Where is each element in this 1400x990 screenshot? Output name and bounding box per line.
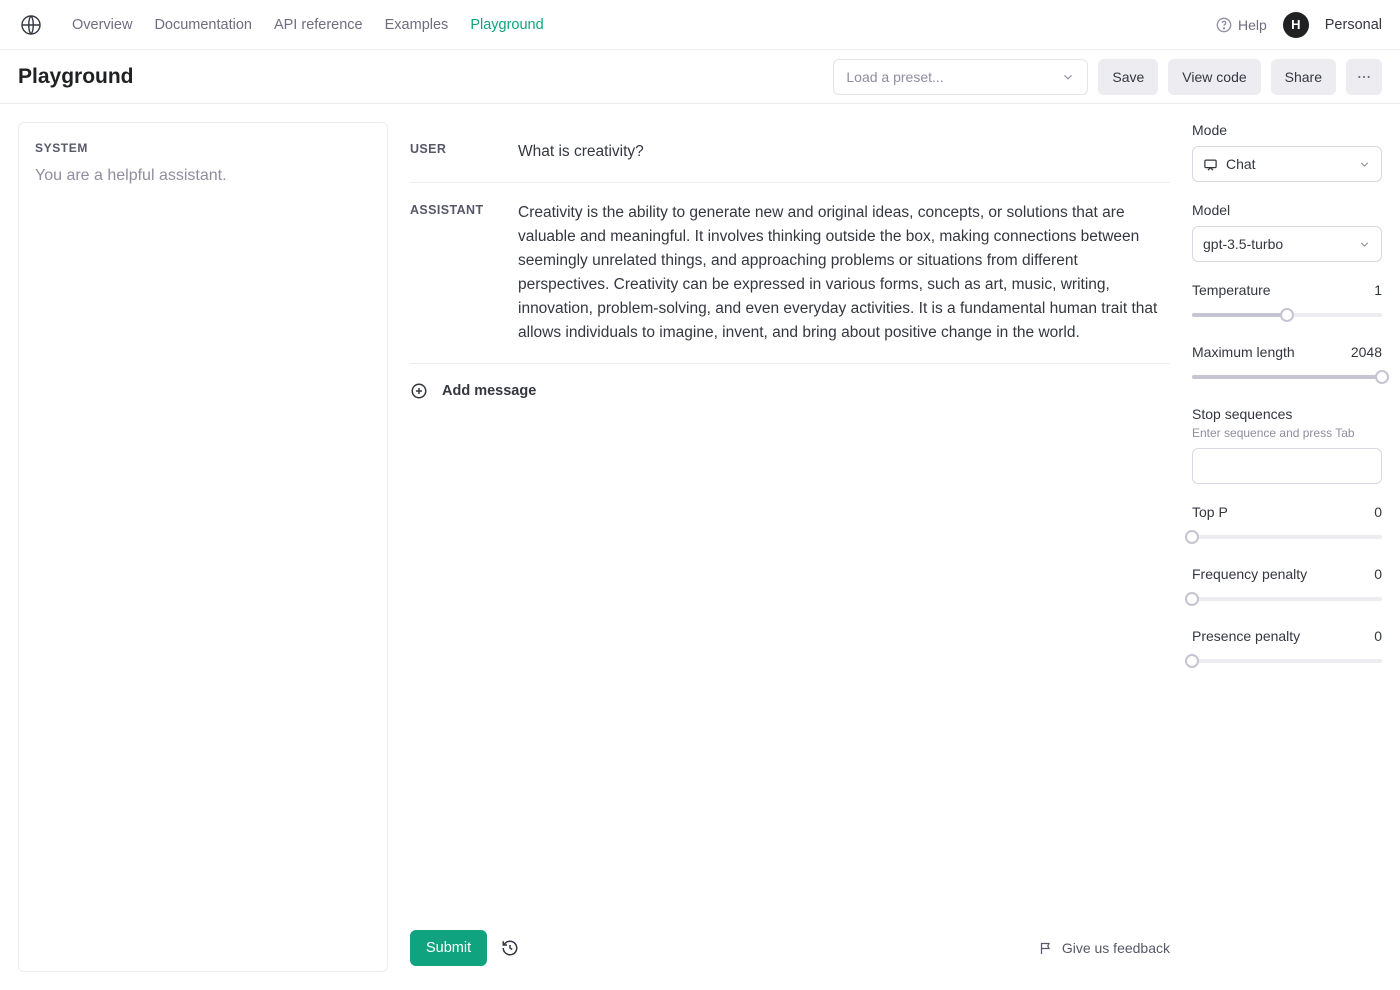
- help-label: Help: [1238, 17, 1267, 33]
- add-message-button[interactable]: Add message: [410, 364, 1170, 418]
- chat-area: USER What is creativity? ASSISTANT Creat…: [410, 122, 1170, 972]
- config-panel: Mode Chat Model gpt-3.5-turbo: [1192, 122, 1382, 972]
- preset-select[interactable]: Load a preset...: [833, 59, 1088, 95]
- topp-value: 0: [1374, 504, 1382, 520]
- pres-slider[interactable]: [1192, 652, 1382, 670]
- message-row-assistant[interactable]: ASSISTANT Creativity is the ability to g…: [410, 183, 1170, 364]
- temperature-slider[interactable]: [1192, 306, 1382, 324]
- preset-placeholder: Load a preset...: [846, 69, 943, 85]
- account-name[interactable]: Personal: [1325, 17, 1382, 33]
- help-icon: [1216, 17, 1232, 33]
- feedback-button[interactable]: Give us feedback: [1039, 940, 1170, 956]
- freq-value: 0: [1374, 566, 1382, 582]
- nav-examples[interactable]: Examples: [385, 17, 449, 33]
- message-role: ASSISTANT: [410, 201, 490, 345]
- save-button[interactable]: Save: [1098, 59, 1158, 95]
- nav-overview[interactable]: Overview: [72, 17, 132, 33]
- nav-documentation[interactable]: Documentation: [154, 17, 252, 33]
- system-input[interactable]: [35, 167, 371, 953]
- avatar[interactable]: H: [1283, 12, 1309, 38]
- chat-footer: Submit Give us feedback: [410, 918, 1170, 972]
- model-select[interactable]: gpt-3.5-turbo: [1192, 226, 1382, 262]
- message-role: USER: [410, 140, 490, 164]
- chevron-down-icon: [1358, 238, 1371, 251]
- mode-value: Chat: [1226, 156, 1256, 172]
- chevron-down-icon: [1061, 70, 1075, 84]
- system-label: SYSTEM: [35, 141, 371, 155]
- stop-input[interactable]: [1192, 448, 1382, 484]
- help-button[interactable]: Help: [1216, 17, 1267, 33]
- stop-hint: Enter sequence and press Tab: [1192, 426, 1382, 440]
- messages-list: USER What is creativity? ASSISTANT Creat…: [410, 122, 1170, 918]
- openai-logo-icon: [18, 12, 44, 38]
- submit-button[interactable]: Submit: [410, 930, 487, 966]
- freq-label: Frequency penalty: [1192, 566, 1307, 582]
- maxlen-slider[interactable]: [1192, 368, 1382, 386]
- flag-icon: [1039, 941, 1054, 956]
- topp-slider[interactable]: [1192, 528, 1382, 546]
- nav-api-reference[interactable]: API reference: [274, 17, 363, 33]
- stop-label: Stop sequences: [1192, 406, 1382, 422]
- temperature-label: Temperature: [1192, 282, 1271, 298]
- nav-links: Overview Documentation API reference Exa…: [72, 17, 544, 33]
- pres-value: 0: [1374, 628, 1382, 644]
- model-label: Model: [1192, 202, 1382, 218]
- chevron-down-icon: [1358, 158, 1371, 171]
- page-title: Playground: [18, 65, 134, 89]
- share-button[interactable]: Share: [1271, 59, 1336, 95]
- system-panel: SYSTEM: [18, 122, 388, 972]
- chat-icon: [1203, 157, 1218, 172]
- maxlen-label: Maximum length: [1192, 344, 1295, 360]
- message-content[interactable]: Creativity is the ability to generate ne…: [518, 201, 1170, 345]
- message-row-user[interactable]: USER What is creativity?: [410, 122, 1170, 183]
- pres-label: Presence penalty: [1192, 628, 1300, 644]
- topp-label: Top P: [1192, 504, 1228, 520]
- message-content[interactable]: What is creativity?: [518, 140, 1170, 164]
- history-button[interactable]: [501, 939, 519, 957]
- top-nav: Overview Documentation API reference Exa…: [0, 0, 1400, 50]
- plus-circle-icon: [410, 382, 428, 400]
- view-code-button[interactable]: View code: [1168, 59, 1260, 95]
- main: SYSTEM USER What is creativity? ASSISTAN…: [0, 104, 1400, 990]
- feedback-label: Give us feedback: [1062, 940, 1170, 956]
- more-button[interactable]: [1346, 59, 1382, 95]
- maxlen-value: 2048: [1351, 344, 1382, 360]
- model-value: gpt-3.5-turbo: [1203, 236, 1283, 252]
- add-message-label: Add message: [442, 383, 536, 399]
- toolbar: Playground Load a preset... Save View co…: [0, 50, 1400, 104]
- more-icon: [1356, 69, 1372, 85]
- freq-slider[interactable]: [1192, 590, 1382, 608]
- mode-select[interactable]: Chat: [1192, 146, 1382, 182]
- mode-label: Mode: [1192, 122, 1382, 138]
- temperature-value: 1: [1374, 282, 1382, 298]
- nav-playground[interactable]: Playground: [470, 17, 543, 33]
